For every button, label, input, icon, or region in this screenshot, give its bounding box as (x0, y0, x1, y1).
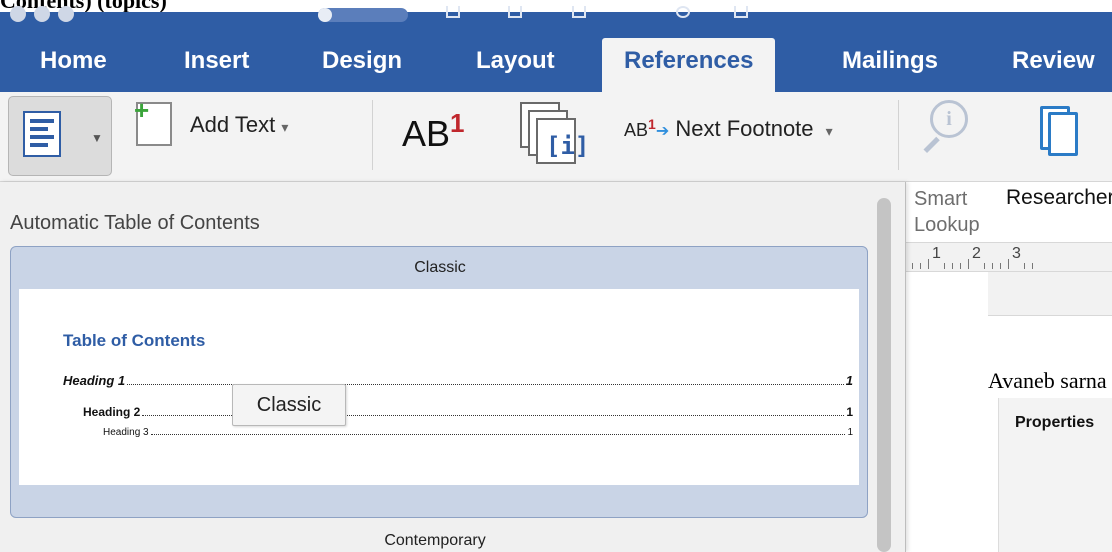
toc-preview-row: Heading 11 (63, 373, 853, 388)
print-icon[interactable] (734, 6, 748, 18)
undo-icon[interactable] (572, 6, 586, 18)
document-top-strip: Contents) (topics) (0, 0, 1112, 12)
tab-insert[interactable]: Insert (184, 38, 249, 92)
footnote-superscript: 1 (450, 108, 465, 138)
save-icon[interactable] (508, 6, 522, 18)
ruler-number: 2 (972, 245, 981, 262)
toc-option-contemporary[interactable]: Contemporary (0, 532, 870, 552)
zoom-window-icon[interactable] (58, 6, 74, 22)
minimize-window-icon[interactable] (34, 6, 50, 22)
tab-review[interactable]: Review (1012, 38, 1095, 92)
researcher-button[interactable] (1040, 106, 1086, 158)
page-top-edge (988, 272, 1112, 316)
arrow-right-icon: ➔ (655, 123, 670, 140)
horizontal-ruler[interactable]: 1 2 3 (906, 242, 1112, 272)
quick-access-toolbar (0, 6, 1112, 34)
smart-lookup-button[interactable]: i (920, 100, 970, 170)
ribbon-separator (898, 100, 899, 170)
plus-icon: + (134, 95, 150, 125)
chevron-down-icon: ▾ (825, 123, 833, 139)
toc-option-caption: Classic (414, 259, 466, 276)
title-bar: Home Insert Design Layout References Mai… (0, 6, 1112, 92)
smart-lookup-label: Smart Lookup (914, 188, 980, 236)
researcher-label: Researcher (1006, 186, 1112, 209)
next-footnote-label: Next Footnote (675, 116, 814, 141)
ribbon-tabs: Home Insert Design Layout References Mai… (0, 38, 1112, 92)
next-footnote-button[interactable]: AB1➔ Next Footnote ▾ (624, 116, 833, 142)
tab-layout[interactable]: Layout (476, 38, 555, 92)
scrollbar-thumb[interactable] (877, 198, 891, 552)
home-icon[interactable] (446, 6, 460, 18)
properties-label: Properties (1015, 414, 1095, 431)
next-footnote-sup: 1 (648, 116, 656, 132)
toc-preview-row: Heading 31 (103, 427, 853, 438)
next-footnote-ab: AB (624, 120, 649, 140)
gallery-title: Automatic Table of Contents (10, 212, 260, 234)
toc-option-classic[interactable]: Classic Table of Contents Heading 11 Hea… (10, 246, 868, 518)
redo-icon[interactable] (676, 6, 690, 18)
ruler-number: 3 (1012, 245, 1021, 262)
close-window-icon[interactable] (10, 6, 26, 22)
chevron-down-icon: ▼ (91, 131, 103, 145)
toggle-knob-icon (318, 8, 332, 22)
tab-design[interactable]: Design (322, 38, 402, 92)
properties-panel: Properties (998, 398, 1112, 552)
toc-preview-heading: Table of Contents (63, 331, 206, 350)
table-of-contents-gallery: Automatic Table of Contents Classic Tabl… (0, 182, 906, 552)
tab-home[interactable]: Home (40, 38, 107, 92)
table-of-contents-icon (23, 111, 61, 157)
table-of-contents-button[interactable]: ▼ (8, 96, 112, 176)
magnifier-handle-icon (923, 136, 940, 153)
insert-endnote-button[interactable]: [i] (520, 102, 590, 166)
magnifier-info-icon: i (930, 100, 968, 138)
ribbon: ▼ + Add Text ▾ AB1 [i] AB1➔ Next Footnot… (0, 92, 1112, 182)
chevron-down-icon: ▾ (281, 119, 289, 135)
insert-footnote-text: AB (402, 113, 451, 154)
endnote-bracket-icon: [i] (546, 132, 590, 160)
toc-preview-row: Heading 21 (83, 405, 853, 419)
book-icon (1048, 112, 1078, 156)
ribbon-separator (372, 100, 373, 170)
tab-mailings[interactable]: Mailings (842, 38, 938, 92)
document-body-text: Avaneb sarna (988, 368, 1107, 393)
gallery-scrollbar[interactable] (874, 198, 894, 552)
toc-preview: Table of Contents Heading 11 Heading 21 … (19, 289, 859, 485)
add-text-label: Add Text (190, 112, 276, 137)
tooltip: Classic (232, 384, 346, 426)
ruler-number: 1 (932, 245, 941, 262)
tab-references[interactable]: References (602, 38, 776, 92)
insert-footnote-button[interactable]: AB1 (402, 108, 465, 155)
autosave-toggle[interactable] (318, 8, 408, 22)
